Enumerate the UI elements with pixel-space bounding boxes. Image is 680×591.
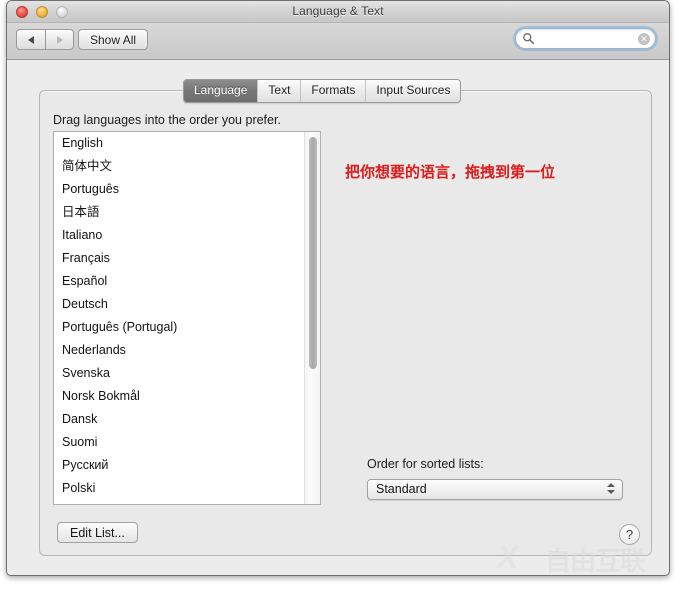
language-row[interactable]: Dansk bbox=[54, 408, 306, 431]
sorted-lists-value: Standard bbox=[376, 482, 427, 496]
show-all-button[interactable]: Show All bbox=[78, 29, 149, 50]
zoom-button[interactable] bbox=[56, 6, 68, 18]
search-icon bbox=[523, 33, 535, 45]
language-row[interactable]: 简体中文 bbox=[54, 155, 306, 178]
clear-search-icon[interactable]: ✕ bbox=[638, 33, 650, 45]
language-row[interactable]: Français bbox=[54, 247, 306, 270]
language-row[interactable]: Suomi bbox=[54, 431, 306, 454]
chevron-right-icon bbox=[56, 35, 63, 44]
chevron-left-icon bbox=[28, 35, 34, 44]
preferences-window: Language & Text Show All ✕ Language Text… bbox=[6, 0, 670, 576]
language-row[interactable]: Svenska bbox=[54, 362, 306, 385]
tab-input-sources[interactable]: Input Sources bbox=[365, 80, 460, 102]
drag-hint-label: Drag languages into the order you prefer… bbox=[53, 113, 281, 127]
language-row[interactable]: Italiano bbox=[54, 224, 306, 247]
navigation-buttons bbox=[16, 29, 74, 50]
window-title: Language & Text bbox=[292, 4, 384, 18]
language-row[interactable]: English bbox=[54, 132, 306, 155]
language-row[interactable]: Norsk Bokmål bbox=[54, 385, 306, 408]
tab-text[interactable]: Text bbox=[257, 80, 300, 102]
language-row[interactable]: Português bbox=[54, 178, 306, 201]
annotation-text: 把你想要的语言，拖拽到第一位 bbox=[345, 163, 556, 181]
scrollbar-thumb[interactable] bbox=[309, 137, 317, 369]
sorted-lists-label: Order for sorted lists: bbox=[367, 457, 484, 471]
sorted-lists-popup[interactable]: Standard bbox=[367, 479, 623, 500]
search-field[interactable]: ✕ bbox=[515, 28, 656, 50]
language-row[interactable]: Русский bbox=[54, 454, 306, 477]
tab-formats[interactable]: Formats bbox=[300, 80, 365, 102]
search-input[interactable] bbox=[538, 29, 642, 50]
language-row[interactable]: Español bbox=[54, 270, 306, 293]
back-button[interactable] bbox=[16, 29, 45, 50]
scrollbar-track[interactable] bbox=[304, 132, 320, 504]
language-row[interactable]: Português (Portugal) bbox=[54, 316, 306, 339]
help-button[interactable]: ? bbox=[619, 524, 640, 545]
language-row[interactable]: Deutsch bbox=[54, 293, 306, 316]
tab-bar: Language Text Formats Input Sources bbox=[183, 79, 462, 103]
forward-button[interactable] bbox=[45, 29, 74, 50]
stepper-arrows-icon bbox=[607, 483, 616, 497]
language-list[interactable]: English 简体中文 Português 日本語 Italiano Français E… bbox=[53, 131, 321, 505]
minimize-button[interactable] bbox=[36, 6, 48, 18]
language-row[interactable]: Polski bbox=[54, 477, 306, 500]
language-row[interactable]: Nederlands bbox=[54, 339, 306, 362]
language-row[interactable]: 日本語 bbox=[54, 201, 306, 224]
close-button[interactable] bbox=[16, 6, 28, 18]
language-rows: English 简体中文 Português 日本語 Italiano Français E… bbox=[54, 132, 306, 500]
edit-list-button[interactable]: Edit List... bbox=[57, 522, 138, 543]
window-titlebar: Language & Text bbox=[7, 1, 669, 23]
toolbar: Show All ✕ bbox=[7, 23, 669, 60]
tab-language[interactable]: Language bbox=[184, 80, 258, 102]
